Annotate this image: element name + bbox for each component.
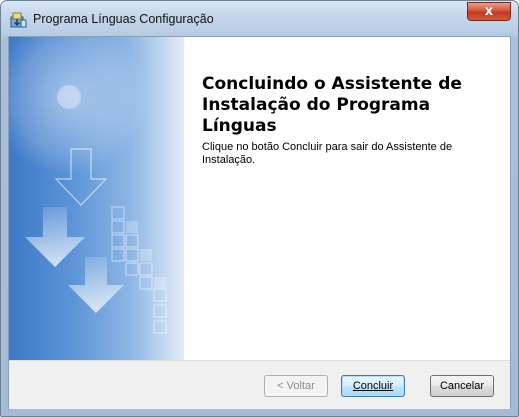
button-bar: < Voltar Concluir Cancelar [9,360,510,409]
wizard-content: Concluindo o Assistente de Instalação do… [1,19,511,409]
title-bar[interactable]: Programa Línguas Configuração x [1,1,518,36]
back-button[interactable]: < Voltar [264,375,328,397]
window-title: Programa Línguas Configuração [33,12,214,26]
setup-package-icon [9,11,27,29]
installer-window: Programa Línguas Configuração x Concluin… [0,0,519,417]
back-button-label: < Voltar [277,380,315,392]
installer-arrows-graphic [1,19,167,334]
close-icon: x [484,4,494,19]
side-panel [1,19,184,360]
instructions-text: Clique no botão Concluir para sair do As… [202,141,453,166]
close-button[interactable]: x [467,2,511,21]
cancel-button[interactable]: Cancelar [430,375,494,397]
finish-button[interactable]: Concluir [341,375,405,397]
page-title: Concluindo o Assistente de Instalação do… [202,74,462,136]
finish-button-label: Concluir [352,380,394,392]
cancel-button-label: Cancelar [439,380,485,392]
